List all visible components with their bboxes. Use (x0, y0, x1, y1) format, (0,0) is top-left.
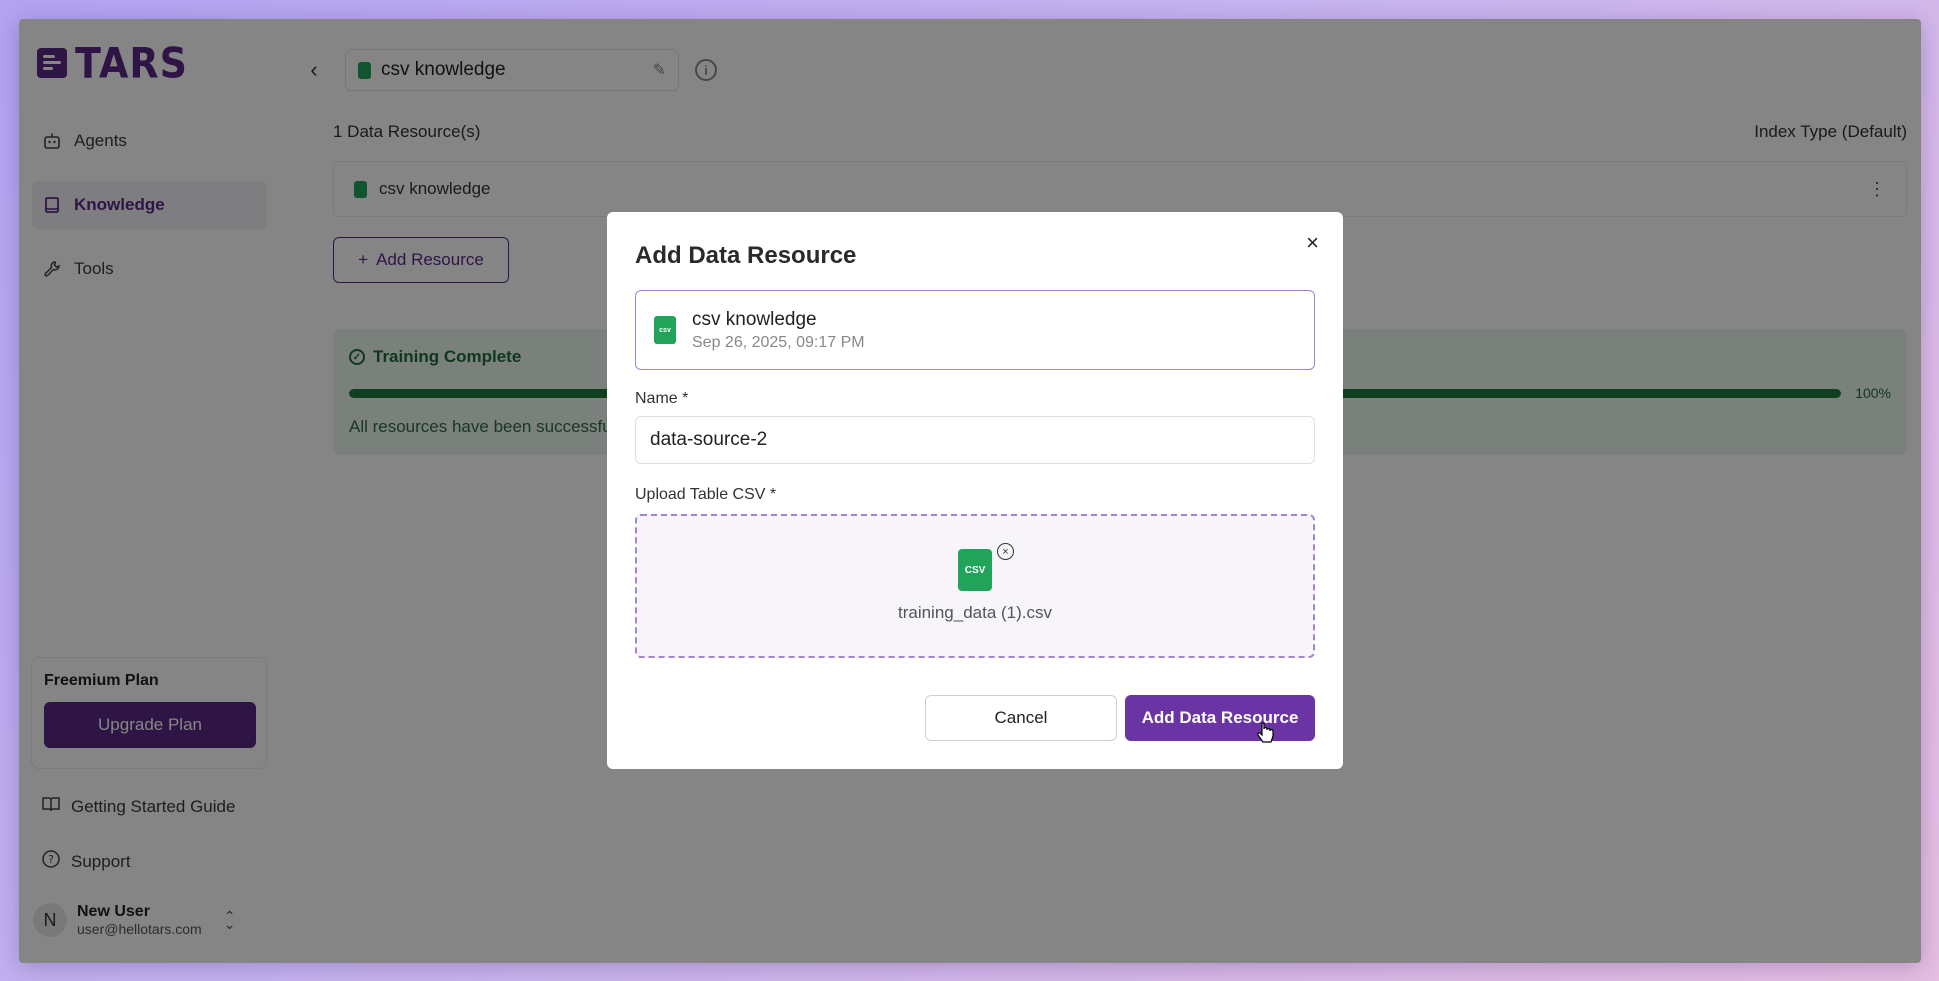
hand-cursor-icon (1256, 722, 1276, 752)
cancel-button[interactable]: Cancel (925, 695, 1117, 741)
selected-card-text: csv knowledge Sep 26, 2025, 09:17 PM (692, 309, 865, 352)
csv-file-icon: CSV (958, 549, 992, 591)
uploaded-file: CSV × (958, 543, 1014, 591)
name-field[interactable] (635, 416, 1315, 464)
selected-knowledge-date: Sep 26, 2025, 09:17 PM (692, 333, 865, 351)
name-label: Name * (635, 390, 689, 407)
uploaded-file-name: training_data (1).csv (897, 603, 1053, 622)
dialog-title: Add Data Resource (635, 242, 857, 269)
selected-knowledge-name: csv knowledge (692, 308, 817, 330)
add-data-resource-dialog: × Add Data Resource csv csv knowledge Se… (607, 212, 1343, 769)
csv-file-icon: csv (654, 316, 676, 344)
add-data-resource-button[interactable]: Add Data Resource (1125, 695, 1315, 741)
selected-knowledge-card[interactable]: csv csv knowledge Sep 26, 2025, 09:17 PM (635, 290, 1315, 370)
upload-label: Upload Table CSV * (635, 486, 777, 503)
csv-upload-dropzone[interactable]: CSV × training_data (1).csv (635, 514, 1315, 658)
remove-file-icon[interactable]: × (997, 543, 1014, 560)
close-icon[interactable]: × (1306, 230, 1319, 256)
